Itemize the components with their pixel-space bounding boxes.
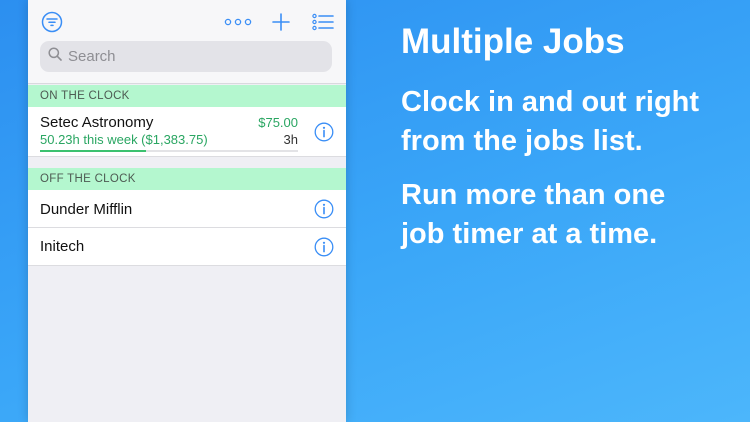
job-progress-fill: [40, 150, 146, 152]
search-icon: [48, 47, 62, 66]
more-icon[interactable]: [224, 10, 252, 34]
job-row-active[interactable]: Setec Astronomy $75.00 50.23h this week …: [28, 107, 346, 157]
promo-line-2: from the jobs list.: [401, 125, 643, 157]
promo-title: Multiple Jobs: [401, 22, 625, 61]
search-placeholder: Search: [68, 48, 116, 65]
list-icon[interactable]: [311, 10, 335, 34]
job-week-summary: 50.23h this week ($1,383.75): [40, 132, 208, 147]
section-header-on-clock: ON THE CLOCK: [28, 85, 346, 107]
job-name: Initech: [40, 238, 85, 255]
job-progress-bar: [40, 150, 298, 152]
info-icon[interactable]: [314, 122, 334, 142]
filter-icon[interactable]: [40, 10, 64, 34]
job-row[interactable]: Initech: [28, 228, 346, 266]
promo-line-3: Run more than one: [401, 179, 666, 211]
search-container: Search: [28, 36, 346, 84]
job-name: Setec Astronomy: [40, 114, 154, 131]
job-amount: $75.00: [258, 115, 298, 130]
promo-line-1: Clock in and out right: [401, 86, 700, 118]
info-icon[interactable]: [314, 237, 334, 257]
section-header-off-clock: OFF THE CLOCK: [28, 168, 346, 190]
job-row[interactable]: Dunder Mifflin: [28, 190, 346, 228]
info-icon[interactable]: [314, 199, 334, 219]
job-name: Dunder Mifflin: [40, 201, 133, 218]
search-input[interactable]: Search: [40, 41, 332, 72]
job-hours: 3h: [283, 132, 298, 147]
promo-line-4: job timer at a time.: [401, 218, 658, 250]
phone-screen: Search ON THE CLOCK Setec Astronomy $75.…: [28, 0, 346, 422]
plus-icon[interactable]: [269, 10, 293, 34]
